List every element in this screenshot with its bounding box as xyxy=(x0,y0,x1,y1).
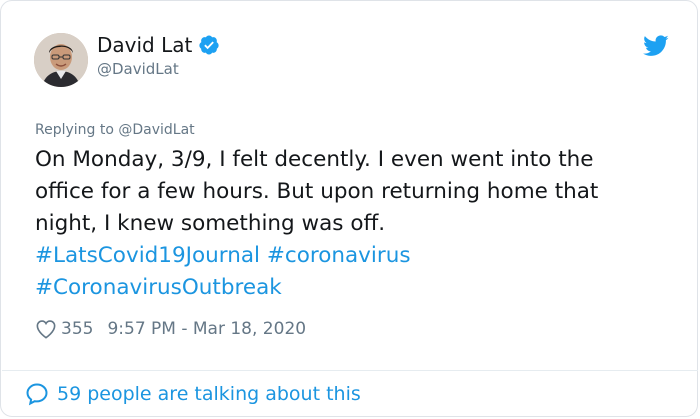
avatar[interactable] xyxy=(34,33,88,87)
hashtag-link[interactable]: #CoronavirusOutbreak xyxy=(35,275,282,300)
tweet-text: On Monday, 3/9, I felt decently. I even … xyxy=(35,144,675,304)
author-handle[interactable]: @DavidLat xyxy=(97,60,179,78)
divider xyxy=(2,370,698,371)
tweet-line: office for a few hours. But upon returni… xyxy=(35,179,599,204)
tweet-line: night, I knew something was off. xyxy=(35,211,386,236)
hashtag-link[interactable]: #LatsCovid19Journal xyxy=(35,243,260,268)
tweet-timestamp[interactable]: 9:57 PM - Mar 18, 2020 xyxy=(107,319,306,339)
speech-bubble-icon xyxy=(26,383,48,406)
replying-to-text: Replying to @DavidLat xyxy=(35,122,195,138)
hashtag-link[interactable]: #coronavirus xyxy=(267,243,411,268)
heart-icon[interactable] xyxy=(35,319,57,339)
tweet-card: David Lat @DavidLat Replying to @DavidLa… xyxy=(0,0,698,417)
avatar-photo xyxy=(34,33,88,87)
author-display-name[interactable]: David Lat xyxy=(97,33,192,57)
tweet-line: On Monday, 3/9, I felt decently. I even … xyxy=(35,147,594,172)
verified-badge-icon xyxy=(199,35,219,55)
conversation-text[interactable]: 59 people are talking about this xyxy=(57,383,361,405)
hashtag-line: #CoronavirusOutbreak xyxy=(35,272,675,304)
twitter-bird-icon[interactable] xyxy=(643,35,669,57)
tweet-meta: 355 9:57 PM - Mar 18, 2020 xyxy=(35,319,306,339)
conversation-link[interactable]: 59 people are talking about this xyxy=(25,382,361,406)
author-name-row[interactable]: David Lat xyxy=(97,33,220,57)
hashtag-line: #LatsCovid19Journal #coronavirus xyxy=(35,240,675,272)
like-count[interactable]: 355 xyxy=(61,319,93,339)
